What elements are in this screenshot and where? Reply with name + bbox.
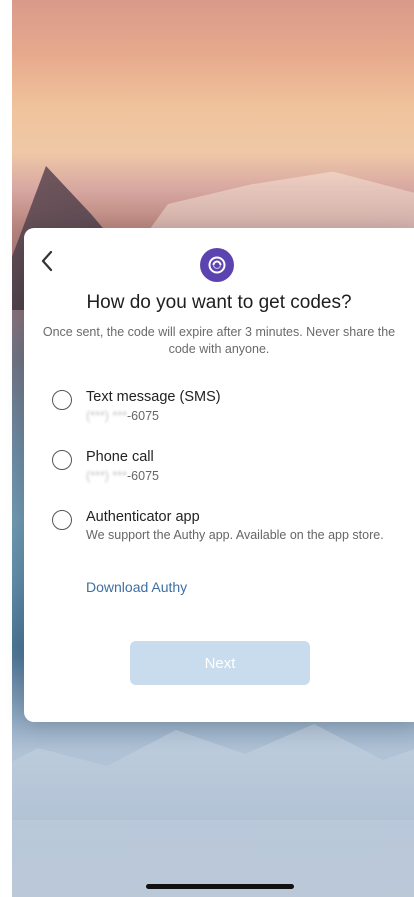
next-button[interactable]: Next [130,641,310,685]
dialog-title: How do you want to get codes? [86,292,352,313]
option-authenticator-app-description: We support the Authy app. Available on t… [86,528,384,542]
home-indicator[interactable] [146,884,294,889]
option-phone-call-label: Phone call [86,449,154,465]
number-suffix: -6075 [127,469,159,483]
number-suffix: -6075 [127,409,159,423]
radio-sms[interactable] [52,390,72,410]
back-chevron-icon[interactable] [40,250,60,274]
radio-phone-call[interactable] [52,450,72,470]
option-sms-label: Text message (SMS) [86,389,221,405]
dialog-subtitle: Once sent, the code will expire after 3 … [42,325,396,356]
radio-authenticator-app[interactable] [52,510,72,530]
option-authenticator-app-label: Authenticator app [86,509,200,525]
masked-number: (***) *** [86,409,127,423]
download-authy-link[interactable]: Download Authy [86,579,187,595]
option-phone-call-number: (***) ***-6075 [86,469,159,483]
option-sms-number: (***) ***-6075 [86,409,159,423]
masked-number: (***) *** [86,469,127,483]
authy-logo-icon [200,248,234,282]
code-method-dialog: How do you want to get codes? Once sent,… [24,228,414,722]
